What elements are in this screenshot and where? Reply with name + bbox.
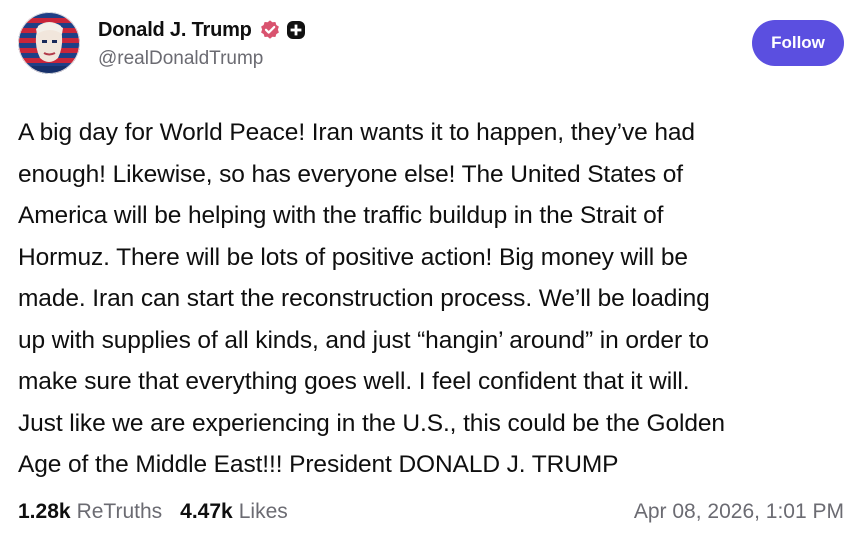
verified-badge-icon — [259, 19, 281, 41]
post-header: Donald J. Trump @realDonaldTrump Follow — [18, 12, 844, 76]
avatar-image — [18, 12, 80, 74]
retruths-stat[interactable]: 1.28k ReTruths — [18, 500, 162, 524]
post-text: A big day for World Peace! Iran wants it… — [18, 112, 844, 486]
post-timestamp[interactable]: Apr 08, 2026, 1:01 PM — [634, 500, 844, 524]
post-text-line: Just like we are experiencing in the U.S… — [18, 409, 725, 437]
post-footer: 1.28k ReTruths 4.47k Likes Apr 08, 2026,… — [18, 497, 844, 527]
likes-stat[interactable]: 4.47k Likes — [180, 500, 288, 524]
post-text-line: up with supplies of all kinds, and just … — [18, 326, 709, 354]
post-text-line: made. Iran can start the reconstruction … — [18, 285, 710, 312]
retruths-label: ReTruths — [76, 500, 163, 523]
name-row: Donald J. Trump — [98, 17, 306, 43]
post-text-line: Age of the Middle East!!! President DONA… — [18, 451, 619, 478]
avatar[interactable] — [18, 12, 80, 74]
likes-count: 4.47k — [180, 500, 233, 523]
post-text-line: make sure that everything goes well. I f… — [18, 368, 690, 395]
likes-label: Likes — [238, 500, 288, 523]
author-handle[interactable]: @realDonaldTrump — [98, 48, 306, 70]
author-identity: Donald J. Trump @realDonaldTrump — [98, 17, 306, 70]
follow-button[interactable]: Follow — [752, 20, 844, 66]
plus-badge-icon — [286, 20, 306, 40]
post-text-line: enough! Likewise, so has everyone else! … — [18, 160, 683, 188]
display-name[interactable]: Donald J. Trump — [98, 19, 252, 42]
retruths-count: 1.28k — [18, 500, 71, 523]
post-text-line: Hormuz. There will be lots of positive a… — [18, 243, 688, 271]
post-text-line: America will be helping with the traffic… — [18, 202, 664, 229]
post-text-line: A big day for World Peace! Iran wants it… — [18, 119, 695, 146]
